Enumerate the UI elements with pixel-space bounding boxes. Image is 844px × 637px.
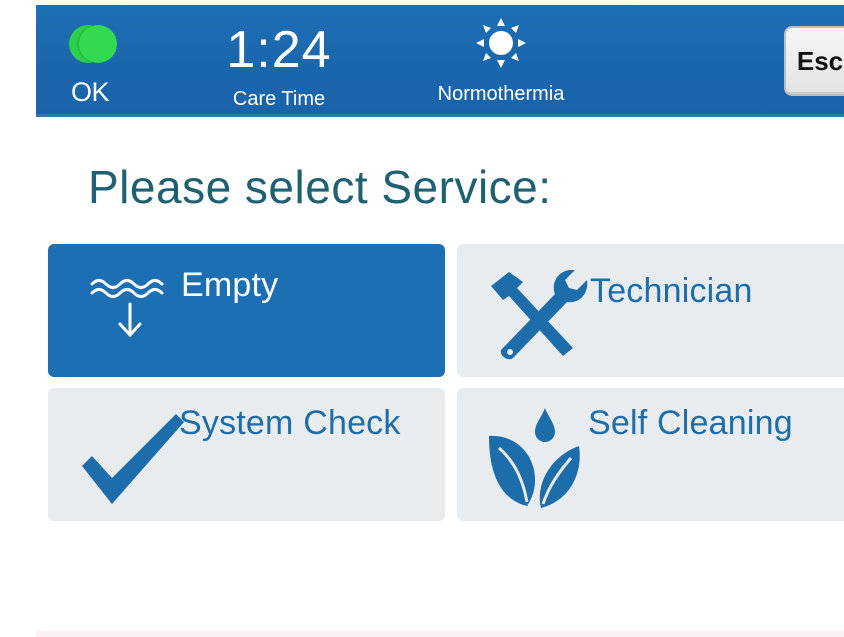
system-check-label: System Check (179, 404, 401, 442)
care-time-display: 1:24 Care Time (214, 22, 344, 117)
self-cleaning-button[interactable]: Self Cleaning (457, 388, 844, 521)
tools-icon (491, 270, 588, 360)
bottom-edge (36, 631, 844, 637)
technician-label: Technician (590, 272, 753, 310)
self-cleaning-label: Self Cleaning (588, 404, 793, 442)
empty-label: Empty (181, 266, 279, 304)
system-check-button[interactable]: System Check (48, 388, 445, 521)
water-drop-leaves-icon (489, 408, 580, 508)
technician-button[interactable]: Technician (457, 244, 844, 377)
empty-button[interactable]: Empty (48, 244, 445, 377)
temperature-label: Normothermia (437, 83, 565, 105)
sun-icon (476, 18, 526, 68)
esc-button[interactable]: Esc (784, 26, 844, 96)
header-bar: OK 1:24 Care Time Normothermia Esc (36, 5, 844, 117)
page-title: Please select Service: (88, 161, 552, 213)
checkmark-icon (82, 414, 184, 504)
status-label: OK (71, 77, 110, 107)
service-screen: OK 1:24 Care Time Normothermia Esc Pleas… (0, 0, 844, 637)
status-indicator: OK (69, 25, 129, 115)
care-time-value: 1:24 (226, 21, 332, 79)
temperature-mode: Normothermia (411, 17, 591, 117)
drain-waves-icon (90, 279, 164, 338)
status-light-icon (69, 25, 117, 65)
care-time-label: Care Time (232, 88, 326, 110)
